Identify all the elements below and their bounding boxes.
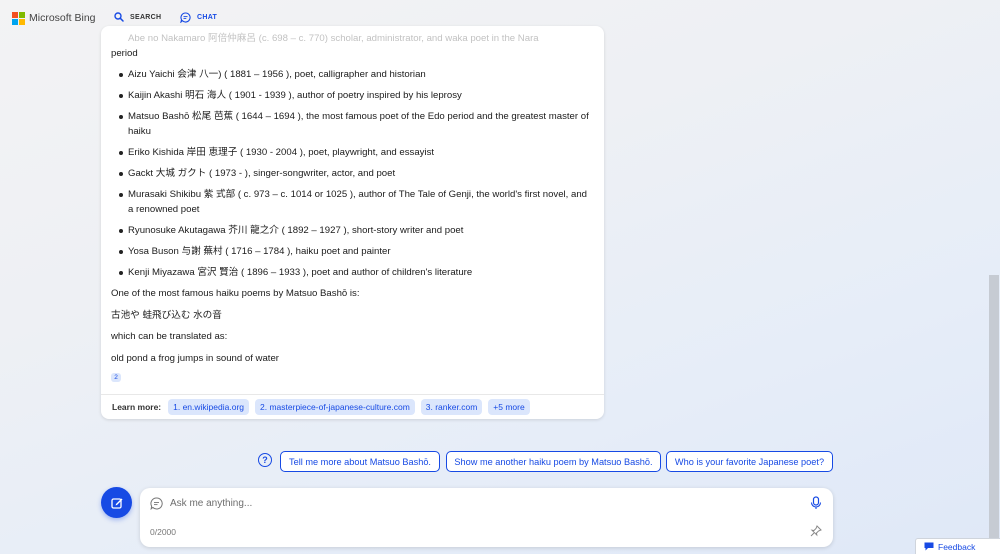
microphone-icon[interactable] (810, 496, 822, 510)
bing-brand[interactable]: Microsoft Bing (12, 12, 96, 25)
poet-list: Aizu Yaichi 会津 八一) ( 1881 – 1956 ), poet… (111, 67, 590, 280)
tab-chat-label: CHAT (197, 14, 218, 21)
learn-more-label: Learn more: (112, 402, 162, 412)
answer-card: Abe no Nakamaro 阿倍仲麻呂 (c. 698 – c. 770) … (101, 26, 604, 419)
source-link-wikipedia[interactable]: 1. en.wikipedia.org (168, 399, 250, 415)
question-icon[interactable]: ? (258, 453, 272, 467)
haiku-intro-text: One of the most famous haiku poems by Ma… (111, 288, 360, 299)
microsoft-logo-icon (12, 12, 25, 25)
haiku-english: old pond a frog jumps in sound of water (111, 352, 279, 364)
list-item: Gackt 大城 ガクト ( 1973 - ), singer-songwrit… (111, 166, 590, 181)
answer-body: Abe no Nakamaro 阿倍仲麻呂 (c. 698 – c. 770) … (111, 33, 590, 384)
faded-poet-continuation: period (111, 48, 138, 59)
tab-chat[interactable]: CHAT (180, 12, 217, 23)
more-sources-button[interactable]: +5 more (488, 399, 530, 415)
source-link-ranker[interactable]: 3. ranker.com (420, 399, 483, 415)
broom-compose-icon (110, 497, 122, 509)
list-item: Ryunosuke Akutagawa 芥川 龍之介 ( 1892 – 1927… (111, 223, 590, 238)
list-item: Murasaki Shikibu 紫 式部 ( c. 973 – c. 1014… (111, 187, 590, 217)
ask-input[interactable] (170, 495, 770, 511)
tab-search[interactable]: SEARCH (114, 12, 161, 22)
chat-input-icon (150, 497, 163, 510)
haiku-japanese: 古池や 蛙飛び込む 水の音 (111, 309, 222, 321)
list-item: Eriko Kishida 岸田 恵理子 ( 1930 - 2004 ), po… (111, 145, 590, 160)
character-count: 0/2000 (150, 527, 176, 537)
citation-badge[interactable]: 2 (111, 372, 121, 382)
chat-bubble-icon (180, 12, 191, 23)
suggestion-button-2[interactable]: Show me another haiku poem by Matsuo Bas… (446, 451, 661, 472)
feedback-label: Feedback (938, 541, 976, 552)
new-topic-button[interactable] (101, 487, 132, 518)
chat-input-box: 0/2000 (140, 488, 833, 547)
tab-search-label: SEARCH (130, 13, 162, 21)
brand-name: Microsoft Bing (29, 12, 96, 24)
learn-more-bar: Learn more: 1. en.wikipedia.org 2. maste… (101, 394, 604, 419)
feedback-button[interactable]: Feedback (915, 538, 1000, 554)
list-item: Kaijin Akashi 明石 海人 ( 1901 - 1939 ), aut… (111, 88, 590, 103)
list-item: Yosa Buson 与謝 蕪村 ( 1716 – 1784 ), haiku … (111, 244, 590, 259)
page-scrollbar-thumb[interactable] (989, 275, 999, 554)
list-item: Aizu Yaichi 会津 八一) ( 1881 – 1956 ), poet… (111, 67, 590, 82)
list-item: Matsuo Bashō 松尾 芭蕉 ( 1644 – 1694 ), the … (111, 109, 590, 139)
list-item: Kenji Miyazawa 宮沢 賢治 ( 1896 – 1933 ), po… (111, 265, 590, 280)
translation-intro-text: which can be translated as: (111, 331, 228, 342)
pin-icon[interactable] (810, 525, 822, 537)
search-icon (114, 12, 124, 22)
suggestion-button-1[interactable]: Tell me more about Matsuo Bashō. (280, 451, 440, 472)
suggestion-button-3[interactable]: Who is your favorite Japanese poet? (666, 451, 833, 472)
feedback-icon (924, 542, 934, 551)
source-link-masterpiece[interactable]: 2. masterpiece-of-japanese-culture.com (255, 399, 415, 415)
faded-poet-line: Abe no Nakamaro 阿倍仲麻呂 (c. 698 – c. 770) … (128, 33, 539, 44)
